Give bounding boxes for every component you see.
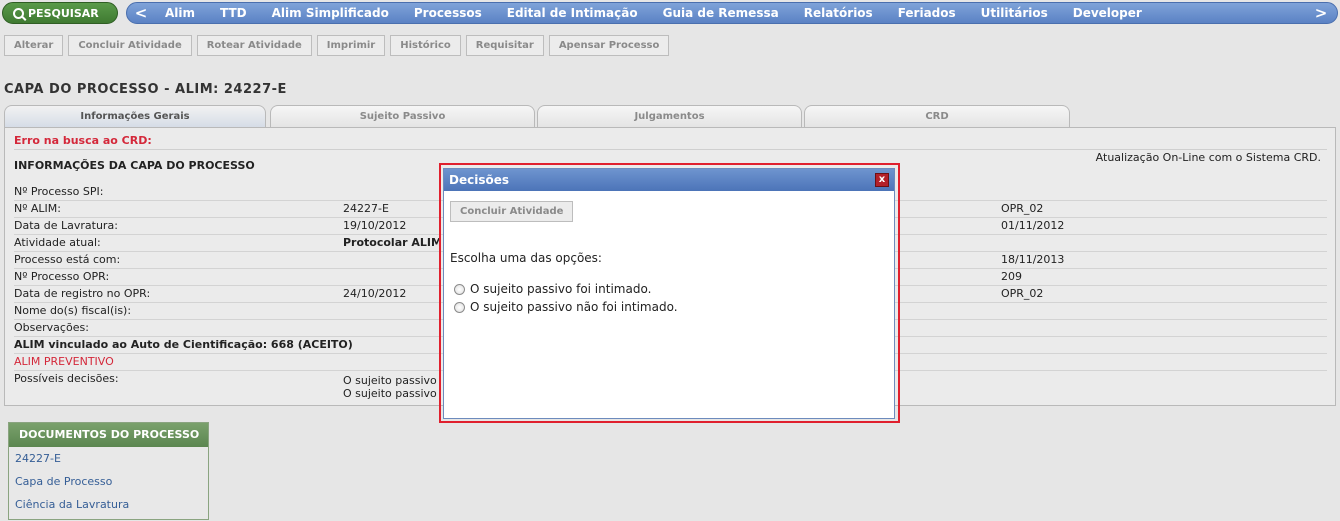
nav-scroll-left-icon[interactable]: < (127, 4, 155, 22)
nav-scroll-right-icon[interactable]: > (1307, 4, 1335, 22)
tab-sujeito-passivo[interactable]: Sujeito Passivo (270, 105, 535, 128)
sync-status: Atualização On-Line com o Sistema CRD. (1095, 151, 1321, 164)
nav-item-processos[interactable]: Processos (414, 6, 482, 20)
alterar-button[interactable]: Alterar (4, 35, 64, 56)
linked-auto-text: ALIM vinculado ao Auto de Cientificação:… (14, 338, 353, 351)
tab-julgamentos[interactable]: Julgamentos (537, 105, 802, 128)
nav-item-relatorios[interactable]: Relatórios (804, 6, 873, 20)
dialog-title: Decisões (449, 173, 509, 187)
option-nao-intimado-label: O sujeito passivo não foi intimado. (470, 300, 678, 314)
decision-value: O sujeito passivo (343, 387, 437, 400)
section-title: INFORMAÇÕES DA CAPA DO PROCESSO (14, 159, 255, 172)
row-label: Observações: (14, 321, 89, 334)
concluir-atividade-button[interactable]: Concluir Atividade (68, 35, 192, 56)
nav-item-ttd[interactable]: TTD (220, 6, 247, 20)
radio-nao-intimado[interactable] (454, 301, 465, 313)
nav-item-feriados[interactable]: Feriados (898, 6, 956, 20)
requisitar-button[interactable]: Requisitar (465, 35, 544, 56)
decisions-values: O sujeito passivo O sujeito passivo (343, 374, 437, 400)
preventive-label: ALIM PREVENTIVO (14, 355, 114, 368)
row-right-value: 01/11/2012 (1001, 219, 1065, 232)
row-label: Nº Processo SPI: (14, 185, 104, 198)
row-label: Nº ALIM: (14, 202, 62, 215)
row-value: 19/10/2012 (343, 219, 407, 232)
crd-error-message: Erro na busca ao CRD: (14, 134, 152, 147)
nav-item-alim-simplificado[interactable]: Alim Simplificado (272, 6, 389, 20)
divider (14, 149, 1327, 150)
option-intimado-label: O sujeito passivo foi intimado. (470, 282, 652, 296)
search-button[interactable]: PESQUISAR (2, 2, 118, 24)
documents-panel: DOCUMENTOS DO PROCESSO 24227-E Capa de P… (8, 422, 209, 520)
decision-value: O sujeito passivo (343, 374, 437, 387)
tab-informacoes-gerais[interactable]: Informações Gerais (4, 105, 266, 128)
page-title: CAPA DO PROCESSO - ALIM: 24227-E (4, 82, 287, 97)
row-label: Data de Lavratura: (14, 219, 118, 232)
row-right-value: 209 (1001, 270, 1022, 283)
row-right-value: OPR_02 (1001, 202, 1044, 215)
nav-item-developer[interactable]: Developer (1073, 6, 1142, 20)
tab-crd[interactable]: CRD (804, 105, 1070, 128)
documents-title: DOCUMENTOS DO PROCESSO (9, 423, 208, 447)
row-label: Nº Processo OPR: (14, 270, 110, 283)
search-button-label: PESQUISAR (28, 6, 99, 20)
nav-items: Alim TTD Alim Simplificado Processos Edi… (155, 6, 1167, 20)
imprimir-button[interactable]: Imprimir (316, 35, 386, 56)
row-value: 24/10/2012 (343, 287, 407, 300)
radio-intimado[interactable] (454, 283, 465, 295)
row-value: Protocolar ALIM (343, 236, 442, 249)
row-label: Atividade atual: (14, 236, 101, 249)
search-icon (13, 7, 24, 19)
rotear-atividade-button[interactable]: Rotear Atividade (196, 35, 312, 56)
decisions-dialog: Decisões x Concluir Atividade Escolha um… (443, 168, 895, 419)
option-intimado[interactable]: O sujeito passivo foi intimado. (454, 282, 651, 296)
dialog-titlebar: Decisões x (444, 169, 894, 191)
historico-button[interactable]: Histórico (390, 35, 461, 56)
action-toolbar: Alterar Concluir Atividade Rotear Ativid… (4, 35, 670, 56)
close-icon[interactable]: x (875, 173, 889, 187)
row-label: Data de registro no OPR: (14, 287, 151, 300)
nav-item-guia-remessa[interactable]: Guia de Remessa (663, 6, 779, 20)
nav-item-alim[interactable]: Alim (165, 6, 195, 20)
nav-item-utilitarios[interactable]: Utilitários (981, 6, 1048, 20)
row-label: Processo está com: (14, 253, 121, 266)
option-nao-intimado[interactable]: O sujeito passivo não foi intimado. (454, 300, 678, 314)
row-value: 24227-E (343, 202, 389, 215)
document-link[interactable]: Capa de Processo (9, 470, 208, 493)
dialog-question: Escolha uma das opções: (450, 251, 602, 265)
nav-item-edital[interactable]: Edital de Intimação (507, 6, 638, 20)
row-right-value: 18/11/2013 (1001, 253, 1065, 266)
row-label: Nome do(s) fiscal(is): (14, 304, 132, 317)
main-nav: < Alim TTD Alim Simplificado Processos E… (126, 2, 1338, 24)
row-right-value: OPR_02 (1001, 287, 1044, 300)
dialog-concluir-atividade-button[interactable]: Concluir Atividade (450, 201, 574, 222)
document-link[interactable]: Ciência da Lavratura (9, 493, 208, 516)
decisions-label: Possíveis decisões: (14, 372, 119, 385)
document-link[interactable]: 24227-E (9, 447, 208, 470)
apensar-processo-button[interactable]: Apensar Processo (548, 35, 670, 56)
